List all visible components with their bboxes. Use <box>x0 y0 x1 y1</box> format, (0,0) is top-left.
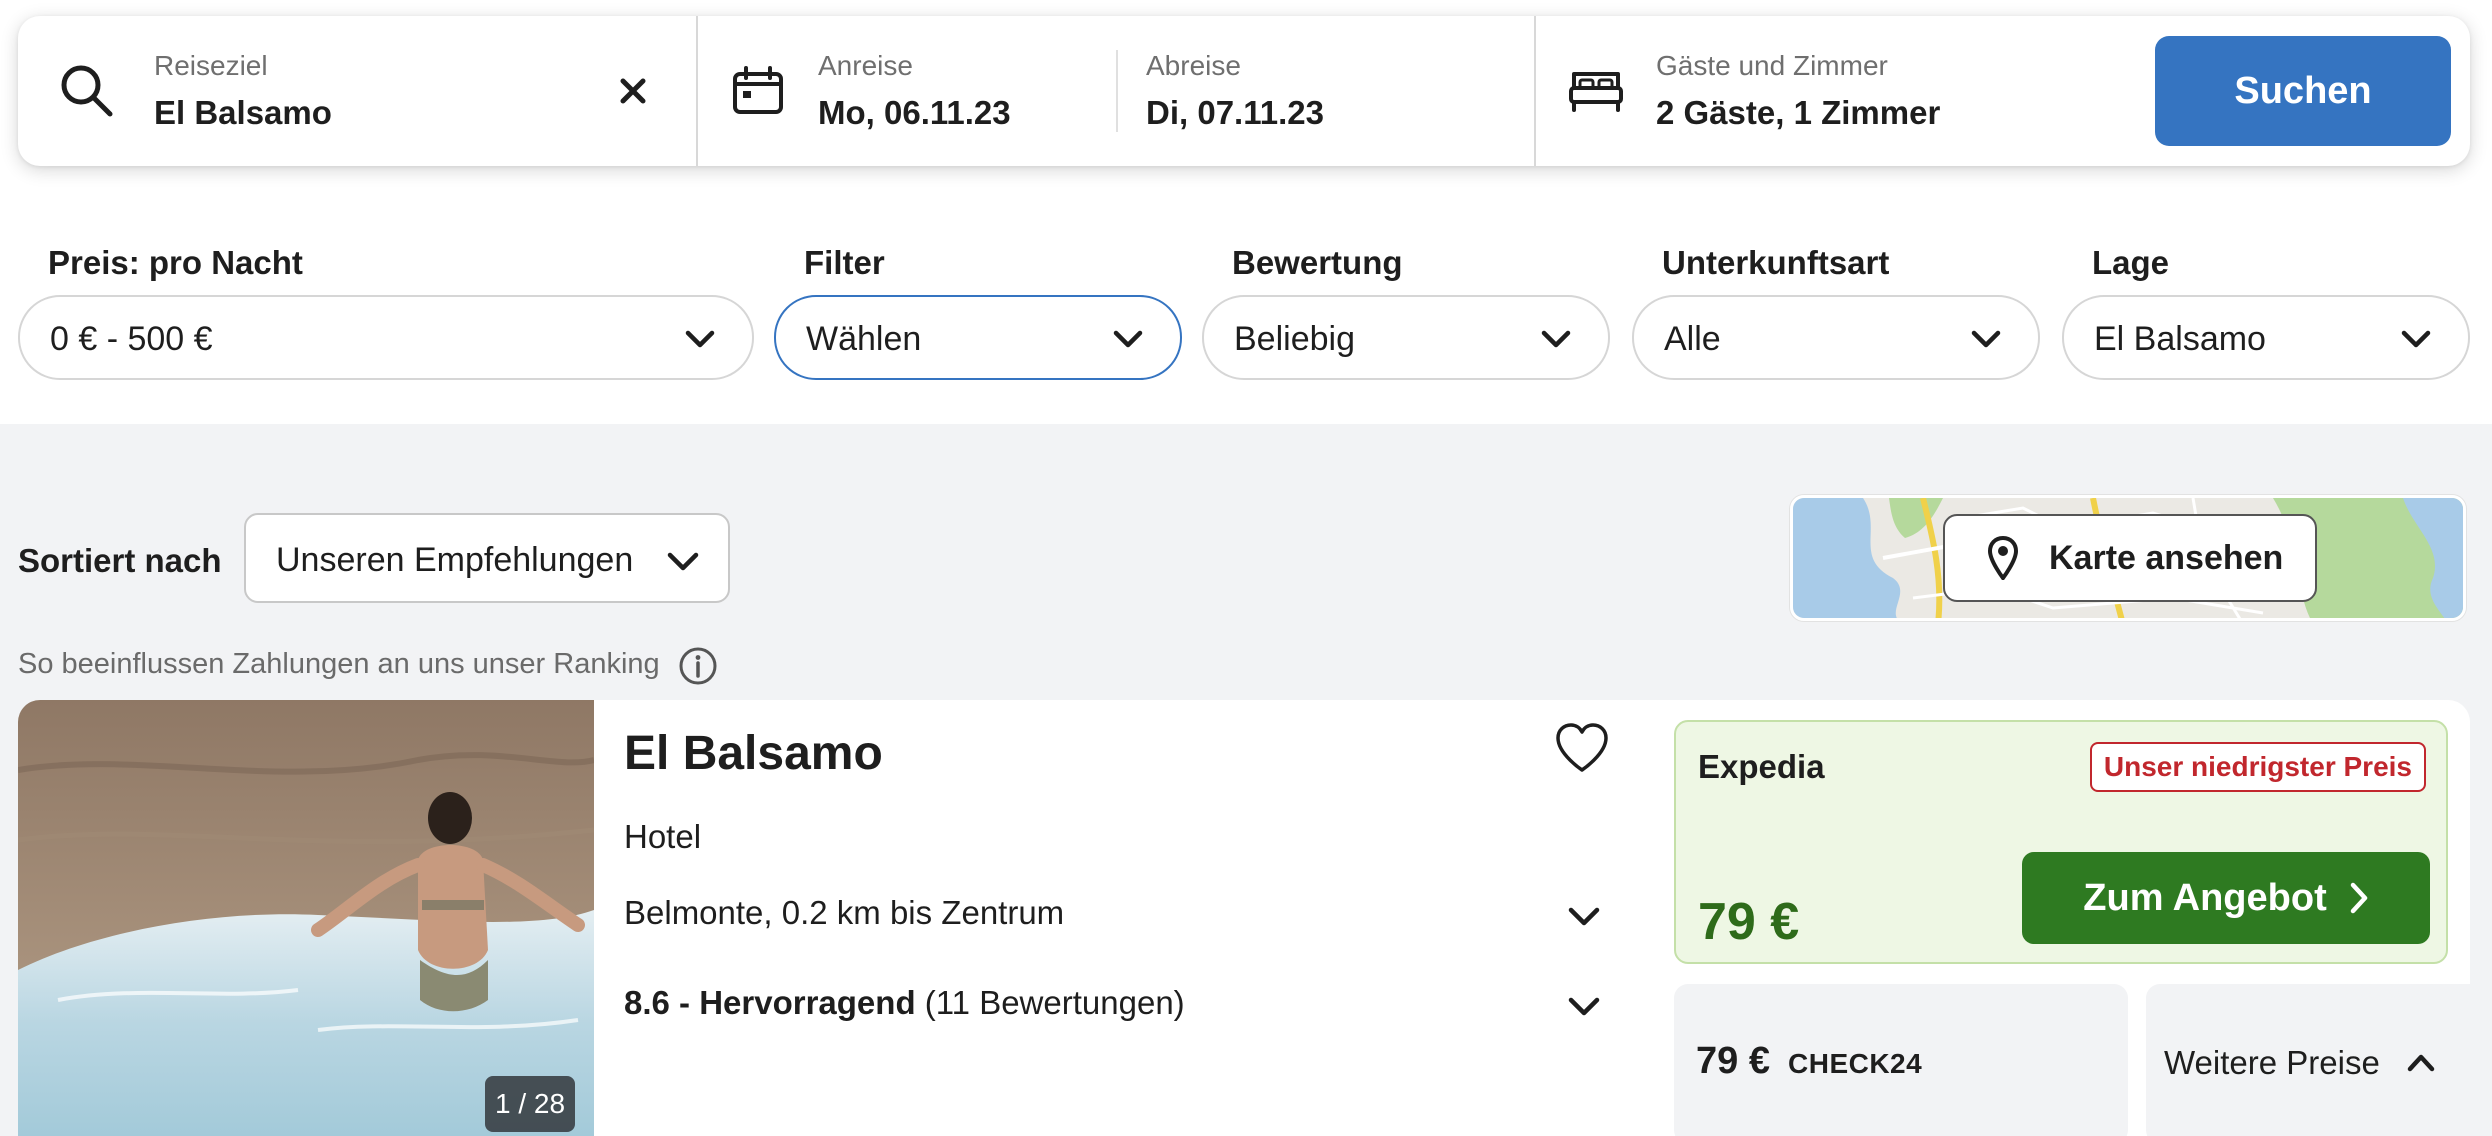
chevron-down-icon <box>685 330 715 348</box>
filter-accommodation-select[interactable]: Alle <box>1632 295 2040 380</box>
hotel-location[interactable]: Belmonte, 0.2 km bis Zentrum <box>624 894 1064 932</box>
chevron-up-icon <box>2407 1054 2435 1072</box>
lowest-price-badge: Unser niedrigster Preis <box>2089 742 2426 792</box>
search-icon <box>61 65 113 117</box>
checkout-label: Abreise <box>1146 50 1241 81</box>
heart-icon[interactable] <box>1554 722 1610 774</box>
divider <box>1116 50 1118 132</box>
destination-input[interactable]: El Balsamo <box>154 94 332 132</box>
destination-label: Reiseziel <box>154 50 268 81</box>
chevron-right-icon <box>2350 882 2367 914</box>
alt-offer-price: 79 € <box>1696 1040 1770 1082</box>
divider <box>1534 16 1536 166</box>
best-deal-box[interactable]: Expedia Unser niedrigster Preis 79 € Zum… <box>1674 720 2448 964</box>
chevron-down-icon <box>667 552 699 571</box>
clear-icon[interactable] <box>618 76 648 106</box>
alt-offer-box[interactable]: 79 € CHECK24 <box>1674 984 2128 1136</box>
guests-field[interactable]: 2 Gäste, 1 Zimmer <box>1656 94 1940 132</box>
search-bar: Reiseziel El Balsamo Anreise Mo, 06.11.2… <box>18 16 2470 166</box>
deal-provider: Expedia <box>1698 748 1825 785</box>
guests-label: Gäste und Zimmer <box>1656 50 1888 81</box>
hotel-name[interactable]: El Balsamo <box>624 726 883 781</box>
filter-filter-value: Wählen <box>806 320 922 358</box>
calendar-icon <box>733 66 783 114</box>
filter-price-label: Preis: pro Nacht <box>48 244 303 281</box>
ranking-note: So beeinflussen Zahlungen an uns unser R… <box>18 648 660 680</box>
search-button[interactable]: Suchen <box>2155 36 2451 146</box>
filter-accommodation-value: Alle <box>1664 320 1721 358</box>
chevron-down-icon <box>2401 330 2431 348</box>
map-button[interactable]: Karte ansehen <box>1943 514 2317 602</box>
bed-icon <box>1569 72 1623 112</box>
chevron-down-icon[interactable] <box>1567 900 1601 932</box>
map-teaser[interactable]: Karte ansehen <box>1790 495 2466 621</box>
checkout-field[interactable]: Di, 07.11.23 <box>1146 94 1324 132</box>
filter-rating-value: Beliebig <box>1234 320 1355 358</box>
sort-label: Sortiert nach <box>18 542 222 579</box>
filter-accommodation-label: Unterkunftsart <box>1662 244 1890 281</box>
chevron-down-icon <box>1113 330 1143 348</box>
filter-price-select[interactable]: 0 € - 500 € <box>18 295 754 380</box>
hotel-type: Hotel <box>624 818 702 855</box>
more-prices-button[interactable]: Weitere Preise <box>2146 984 2470 1136</box>
checkin-label: Anreise <box>818 50 913 81</box>
filter-rating-label: Bewertung <box>1232 244 1403 281</box>
filter-rating-select[interactable]: Beliebig <box>1202 295 1610 380</box>
info-icon[interactable] <box>678 646 718 686</box>
hotel-rating[interactable]: 8.6 - Hervorragend (11 Bewertungen) <box>624 984 1185 1022</box>
location-pin-icon <box>1987 536 2019 580</box>
chevron-down-icon[interactable] <box>1567 990 1601 1022</box>
more-prices-label: Weitere Preise <box>2164 1044 2380 1081</box>
deal-price: 79 € <box>1698 893 1800 951</box>
map-button-label: Karte ansehen <box>2049 538 2284 577</box>
filter-location-value: El Balsamo <box>2094 320 2266 358</box>
filter-filter-label: Filter <box>804 244 885 281</box>
view-deal-label: Zum Angebot <box>2083 876 2327 919</box>
hotel-image[interactable]: 1 / 28 <box>18 700 594 1136</box>
filter-price-value: 0 € - 500 € <box>50 320 213 358</box>
sort-select[interactable]: Unseren Empfehlungen <box>244 513 730 603</box>
hotel-card[interactable]: 1 / 28 El Balsamo Hotel Belmonte, 0.2 km… <box>18 700 2470 1136</box>
filter-location-label: Lage <box>2092 244 2170 281</box>
hotel-photo <box>18 700 594 1136</box>
rating-score: 8.6 - Hervorragend <box>624 984 916 1021</box>
chevron-down-icon <box>1541 330 1571 348</box>
rating-count: (11 Bewertungen) <box>924 984 1185 1021</box>
filter-location-select[interactable]: El Balsamo <box>2062 295 2470 380</box>
view-deal-button[interactable]: Zum Angebot <box>2022 852 2430 944</box>
chevron-down-icon <box>1971 330 2001 348</box>
divider <box>696 16 698 166</box>
filter-filter-select[interactable]: Wählen <box>774 295 1182 380</box>
image-counter: 1 / 28 <box>485 1076 575 1132</box>
alt-offer-provider: CHECK24 <box>1788 1048 1923 1079</box>
checkin-field[interactable]: Mo, 06.11.23 <box>818 94 1011 132</box>
sort-value: Unseren Empfehlungen <box>276 541 634 579</box>
